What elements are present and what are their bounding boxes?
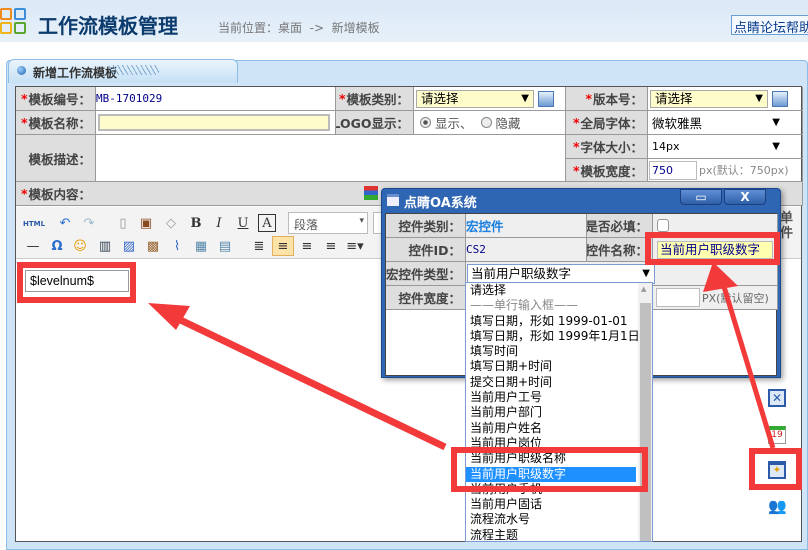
annotation-arrows xyxy=(148,262,776,451)
arrowhead-icon xyxy=(148,303,190,330)
arrow-to-name xyxy=(719,279,776,449)
arrow-to-field xyxy=(168,311,447,451)
arrowhead-icon xyxy=(703,262,738,292)
